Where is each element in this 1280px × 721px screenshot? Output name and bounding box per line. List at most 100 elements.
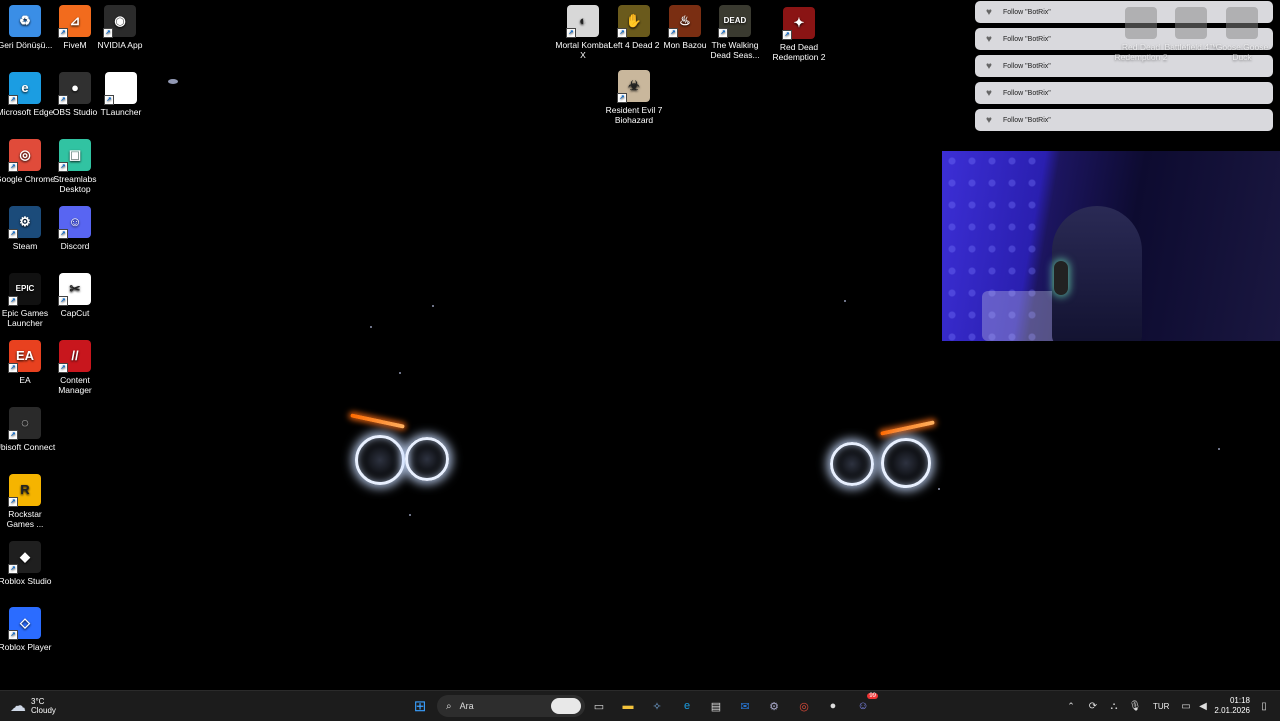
shortcut-arrow-icon: ↗ (58, 296, 68, 306)
shortcut-arrow-icon: ↗ (8, 430, 18, 440)
shortcut-arrow-icon: ↗ (58, 229, 68, 239)
shortcut-arrow-icon: ↗ (8, 630, 18, 640)
icon-label: Roblox Studio (0, 576, 52, 586)
copilot-icon[interactable]: ✧ (648, 697, 666, 715)
left4dead-icon: ✋ ↗ (617, 5, 650, 38)
microphone-icon[interactable]: 🎙 (1126, 697, 1144, 715)
capcut-shortcut[interactable]: ✂ ↗ CapCut (44, 273, 106, 318)
cloud-icon: ☁ (10, 698, 26, 715)
walking-dead-icon: DEAD ↗ (718, 5, 751, 38)
start-button[interactable]: ⊞ (411, 697, 429, 715)
discord-shortcut[interactable]: ☺ ↗ Discord (44, 206, 106, 251)
speaker-icon[interactable]: ◀ (1194, 697, 1212, 715)
recycle-bin-icon: ♻ (9, 5, 41, 37)
search-placeholder: Ara (459, 701, 474, 711)
icon-label: The Walking Dead Seas... (710, 40, 760, 60)
shortcut-arrow-icon: ↗ (668, 28, 678, 38)
capcut-icon: ✂ ↗ (58, 273, 91, 306)
chrome-taskbar-icon[interactable]: ◎ (795, 697, 813, 715)
nvidia-icon: ◉ ↗ (103, 5, 136, 38)
content-manager-icon: //↗ (58, 340, 91, 373)
discord-badge: 99 (867, 693, 878, 699)
icon-label: CapCut (60, 308, 90, 318)
icon-label: Streamlabs Desktop (53, 174, 97, 194)
chevron-up-icon[interactable]: ⌃ (1062, 697, 1080, 715)
outlook-icon[interactable]: ✉ (736, 697, 754, 715)
discord-taskbar-icon[interactable]: ☺ 99 (854, 693, 878, 715)
shortcut-arrow-icon: ↗ (103, 28, 113, 38)
rdr2-icon: ✦ ↗ (782, 7, 815, 40)
icon-label: Roblox Player (0, 642, 52, 652)
ea-icon: EA ↗ (8, 340, 41, 373)
mortal-kombat-icon: ◐ ↗ (566, 5, 599, 38)
steam-taskbar-icon[interactable]: ⚙ (765, 697, 783, 715)
shortcut-arrow-icon: ↗ (58, 28, 68, 38)
battlefield-faded-icon (1175, 7, 1207, 39)
rdr2-shortcut[interactable]: ✦ ↗ Red Dead Redemption 2 (768, 7, 830, 62)
edge-icon: e ↗ (8, 72, 41, 105)
nvidia-shortcut[interactable]: ◉ ↗ NVIDIA App (89, 5, 151, 50)
steam-icon: ⚙ ↗ (8, 206, 41, 239)
webcam-feed (942, 151, 1280, 341)
shortcut-arrow-icon: ↗ (566, 28, 576, 38)
follow-alert: ♥ Follow "BotRix" (975, 82, 1273, 104)
search-input[interactable]: ⌕ Ara (437, 695, 585, 717)
icon-label: Ubisoft Connect (0, 442, 56, 452)
icon-label: Resident Evil 7 Biohazard (605, 105, 663, 125)
icon-label: Red Dead Redemption 2 (772, 42, 826, 62)
sync-icon[interactable]: ⟳ (1084, 697, 1102, 715)
content-manager-shortcut[interactable]: //↗ Content Manager (44, 340, 106, 395)
heart-icon: ♥ (986, 114, 992, 126)
rockstar-icon: R ↗ (8, 474, 41, 507)
streamlabs-icon: ▣ ↗ (58, 139, 91, 172)
icon-label: Discord (60, 241, 90, 251)
file-explorer-icon[interactable]: ▬ (619, 697, 637, 715)
roblox-player-shortcut[interactable]: ◇ ↗ Roblox Player (0, 607, 56, 652)
ubisoft-icon: ◌ ↗ (8, 407, 41, 440)
rockstar-shortcut[interactable]: R ↗ Rockstar Games ... (0, 474, 56, 529)
notification-icon[interactable]: ▯ (1255, 697, 1273, 715)
icon-label: Goose Goose Duck (1215, 42, 1269, 62)
search-highlight-icon (551, 698, 581, 714)
roblox-studio-shortcut[interactable]: ◆ ↗ Roblox Studio (0, 541, 56, 586)
tlauncher-icon: ↗ (104, 72, 137, 105)
resident-evil-icon: ☣ ↗ (617, 70, 650, 103)
heart-icon: ♥ (986, 33, 992, 45)
network-icon[interactable]: ⛬ (1105, 697, 1123, 715)
shortcut-arrow-icon: ↗ (8, 497, 18, 507)
weather-desc: Cloudy (31, 706, 56, 715)
shortcut-arrow-icon: ↗ (617, 93, 627, 103)
headset-icon (1054, 261, 1068, 295)
goose-faded-shortcut[interactable]: Goose Goose Duck (1211, 7, 1273, 62)
roblox-player-icon: ◇ ↗ (8, 607, 41, 640)
language-indicator[interactable]: TUR (1153, 702, 1169, 711)
shortcut-arrow-icon: ↗ (8, 162, 18, 172)
follow-alert: ♥ Follow "BotRix" (975, 109, 1273, 131)
weather-widget[interactable]: ☁ 3°C Cloudy (10, 696, 56, 716)
display-icon[interactable]: ▭ (1177, 697, 1195, 715)
goose-faded-icon (1226, 7, 1258, 39)
shortcut-arrow-icon: ↗ (782, 30, 792, 40)
store-icon[interactable]: ▤ (707, 697, 725, 715)
walking-dead-shortcut[interactable]: DEAD ↗ The Walking Dead Seas... (704, 5, 766, 60)
resident-evil-shortcut[interactable]: ☣ ↗ Resident Evil 7 Biohazard (603, 70, 665, 125)
heart-icon: ♥ (986, 6, 992, 18)
shortcut-arrow-icon: ↗ (8, 95, 18, 105)
tlauncher-shortcut[interactable]: ↗ TLauncher (90, 72, 152, 117)
shortcut-arrow-icon: ↗ (617, 28, 627, 38)
task-view-icon[interactable]: ▭ (590, 697, 608, 715)
streamlabs-shortcut[interactable]: ▣ ↗ Streamlabs Desktop (44, 139, 106, 194)
shortcut-arrow-icon: ↗ (8, 363, 18, 373)
roblox-studio-icon: ◆ ↗ (8, 541, 41, 574)
clock[interactable]: 01:18 2.01.2026 (1212, 696, 1250, 716)
obs-icon: ● ↗ (58, 72, 91, 105)
icon-label: NVIDIA App (97, 40, 143, 50)
clock-time: 01:18 (1229, 696, 1250, 705)
edge-taskbar-icon[interactable]: e (678, 697, 696, 715)
ubisoft-shortcut[interactable]: ◌ ↗ Ubisoft Connect (0, 407, 56, 452)
obs-taskbar-icon[interactable]: ● (824, 697, 842, 715)
rdr2-faded-icon (1125, 7, 1157, 39)
shortcut-arrow-icon: ↗ (8, 296, 18, 306)
shortcut-arrow-icon: ↗ (58, 162, 68, 172)
fivem-icon: ⊿ ↗ (58, 5, 91, 38)
